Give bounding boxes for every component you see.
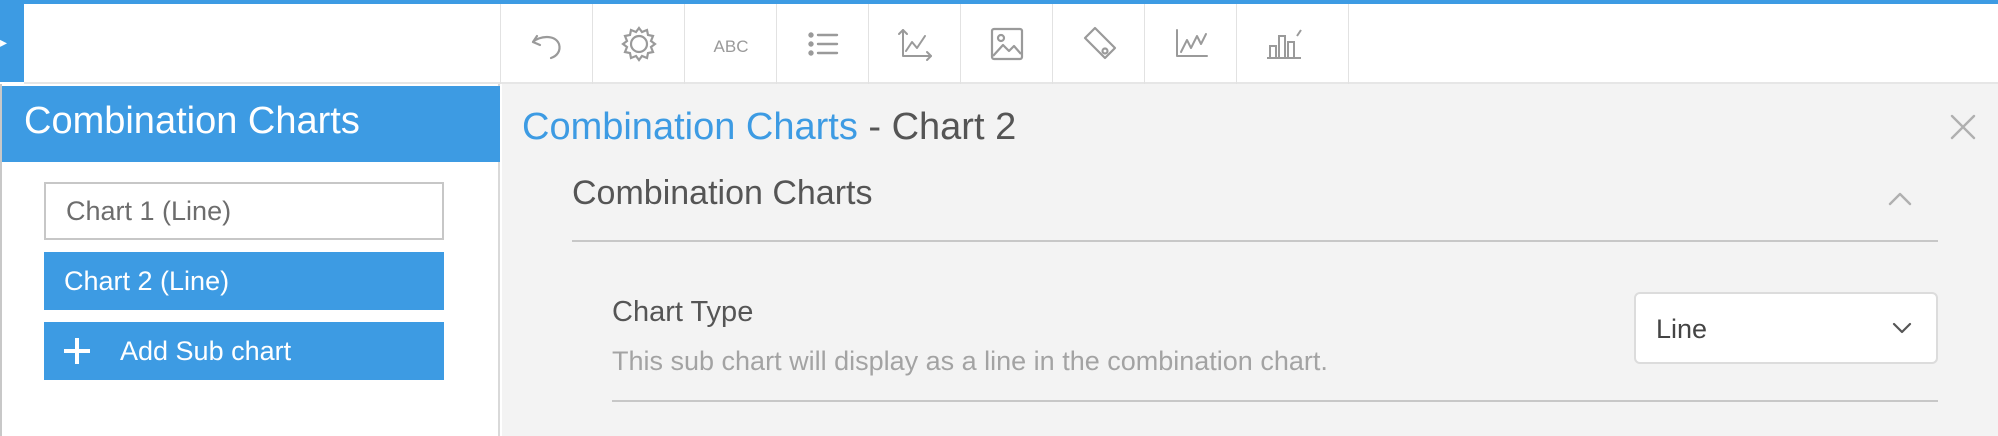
tag-icon <box>1083 26 1116 60</box>
chevron-down-icon <box>1892 322 1912 334</box>
chart-type-description: This sub chart will display as a line in… <box>612 346 1328 376</box>
bar-chart-icon <box>1266 29 1302 59</box>
section-title: Combination Charts <box>572 174 873 212</box>
add-sub-chart-button[interactable]: Add Sub chart <box>44 322 444 380</box>
add-sub-chart-label: Add Sub chart <box>120 335 292 366</box>
axes-button[interactable] <box>868 4 960 84</box>
sub-chart-item-2[interactable]: Chart 2 (Line) <box>44 252 444 310</box>
line-chart-button[interactable] <box>1144 4 1236 84</box>
sub-chart-item-label: Chart 1 (Line) <box>66 195 232 226</box>
field-divider <box>612 400 1938 402</box>
text-format-button[interactable]: ABC <box>684 4 776 84</box>
chevron-up-icon[interactable] <box>1888 192 1912 206</box>
chart-type-value: Line <box>1656 314 1708 344</box>
section-divider <box>572 240 1938 242</box>
toolbar: ABC <box>24 4 1998 84</box>
image-icon <box>990 27 1023 61</box>
axes-icon <box>897 29 932 61</box>
close-icon[interactable] <box>1948 112 1978 142</box>
line-chart-icon <box>1175 29 1208 57</box>
toolbar-divider <box>1348 4 1349 84</box>
tag-button[interactable] <box>1052 4 1144 84</box>
svg-text:ABC: ABC <box>713 37 748 56</box>
bar-chart-button[interactable] <box>1236 4 1328 84</box>
image-button[interactable] <box>960 4 1052 84</box>
settings-button[interactable] <box>592 4 684 84</box>
settings-icon <box>620 26 657 62</box>
chart-type-label: Chart Type <box>612 296 754 328</box>
sidebar-title: Combination Charts <box>24 100 360 142</box>
breadcrumb-current: - Chart 2 <box>857 106 1017 148</box>
settings-panel: Combination Charts - Chart 2 Combination… <box>502 84 1998 436</box>
list-icon <box>807 32 838 56</box>
sidebar: Combination Charts Chart 1 (Line) Chart … <box>0 84 500 436</box>
sub-chart-item-1[interactable]: Chart 1 (Line) <box>44 182 444 240</box>
breadcrumb-link[interactable]: Combination Charts <box>522 106 858 148</box>
text-icon: ABC <box>713 37 748 56</box>
undo-button[interactable] <box>500 4 592 84</box>
sub-chart-item-label: Chart 2 (Line) <box>64 265 230 296</box>
undo-icon <box>531 34 561 60</box>
sidebar-header: Combination Charts <box>2 86 500 162</box>
plus-icon <box>64 338 90 364</box>
chart-type-select[interactable]: Line <box>1634 292 1938 364</box>
side-tab-glyph: ▸ <box>0 34 8 50</box>
list-button[interactable] <box>776 4 868 84</box>
breadcrumb: Combination Charts - Chart 2 <box>522 106 1016 149</box>
collapsed-side-tab[interactable]: ▸ <box>0 4 24 82</box>
